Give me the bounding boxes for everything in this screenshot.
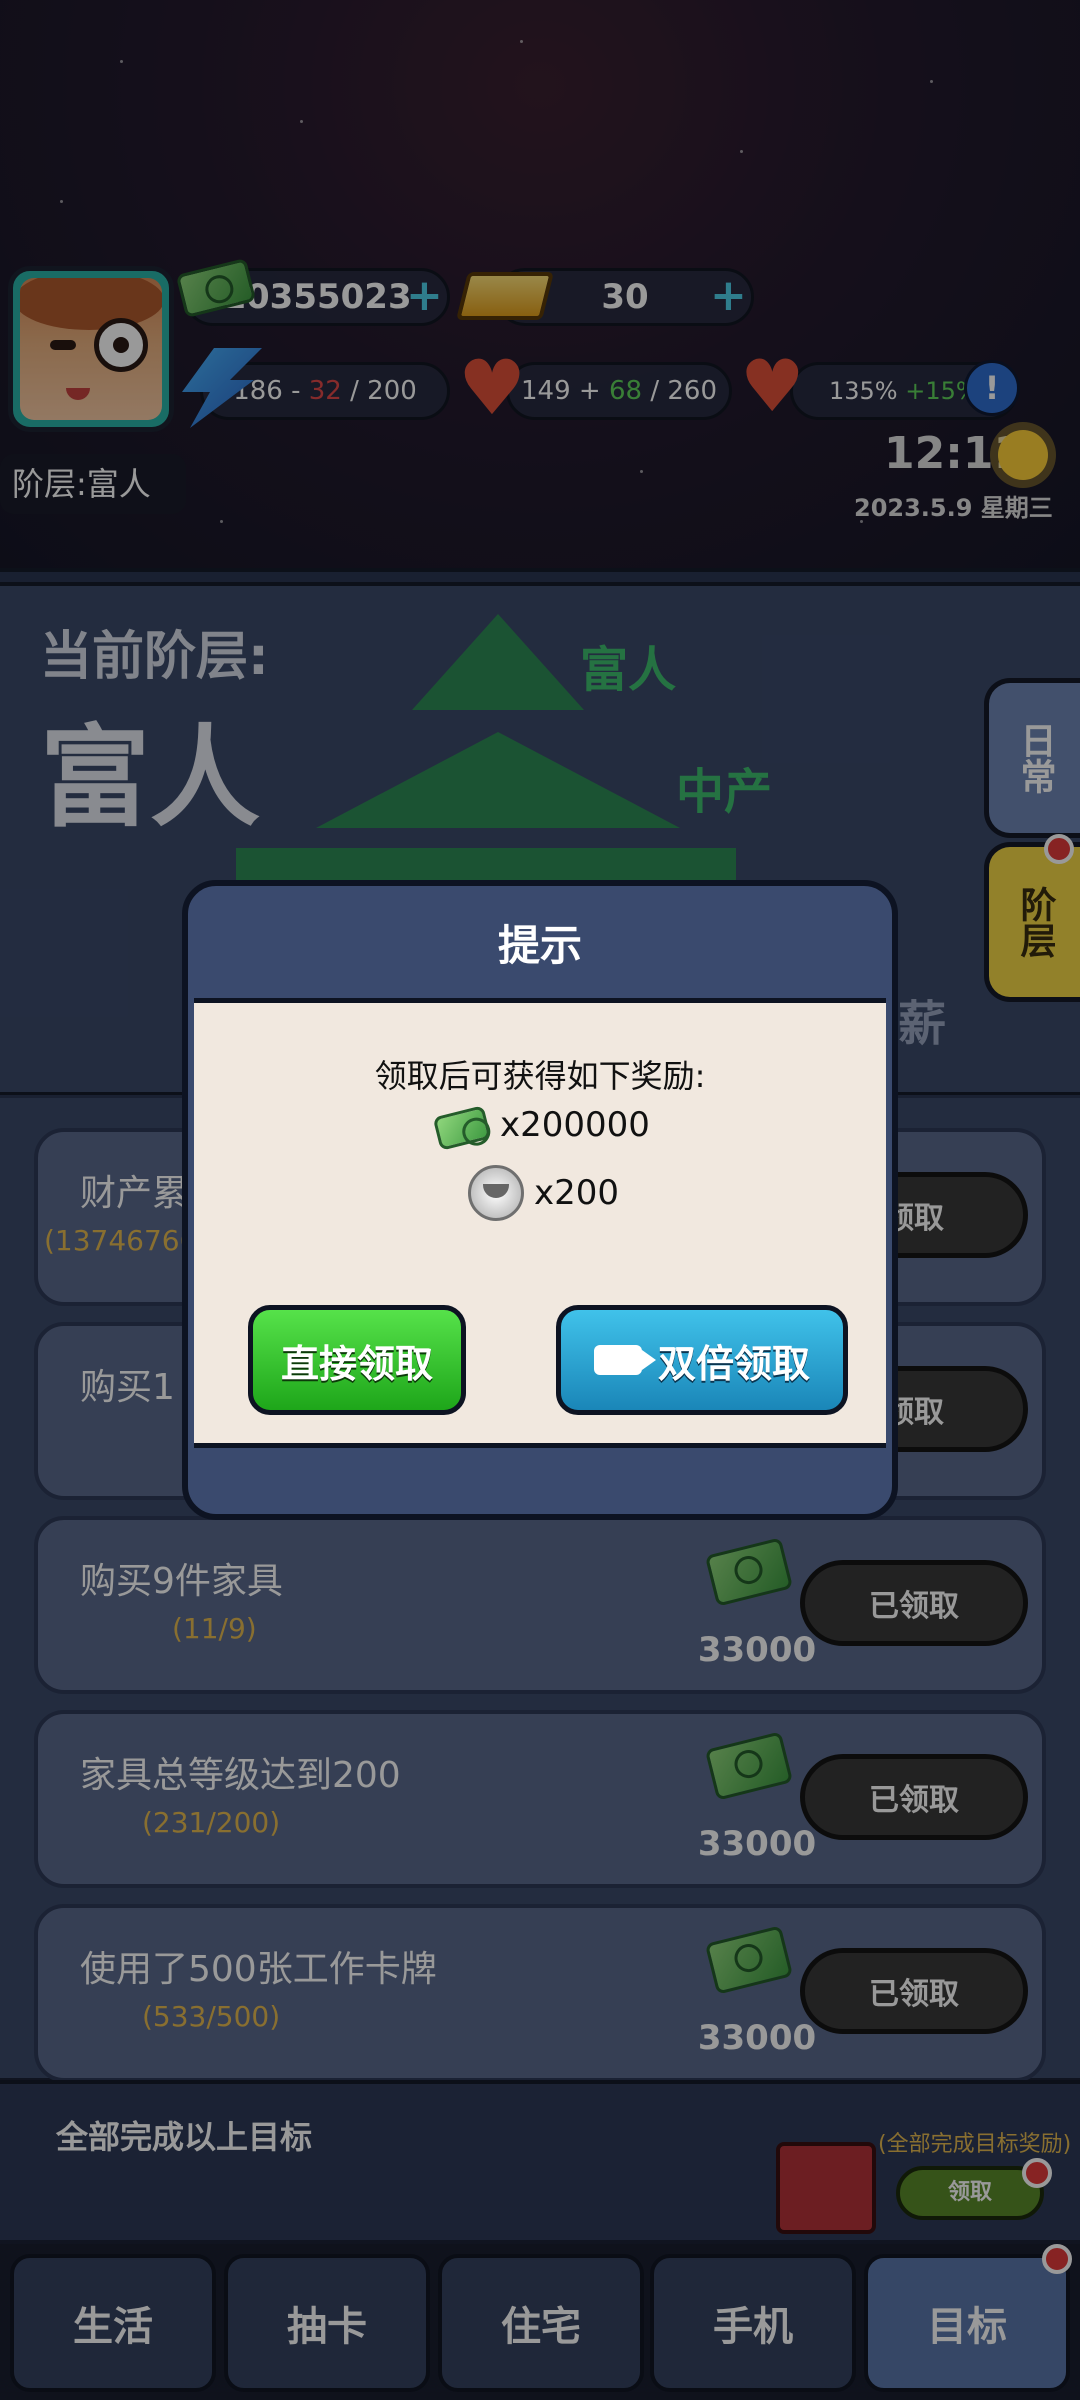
video-camera-icon [593, 1345, 656, 1375]
cash-reward-icon [432, 1105, 492, 1151]
claim-double-button[interactable]: 双倍领取 [556, 1305, 848, 1415]
claim-double-label: 双倍领取 [657, 1341, 810, 1386]
dialog-reward-cash: x200000 [500, 1105, 650, 1145]
claim-direct-button[interactable]: 直接领取 [248, 1305, 466, 1415]
smile-coin-icon [468, 1165, 524, 1221]
reward-dialog: 提示 领取后可获得如下奖励: x200000 x200 直接领取 双倍领取 [182, 880, 898, 1520]
dialog-body: 领取后可获得如下奖励: x200000 x200 直接领取 双倍领取 [194, 998, 886, 1448]
dialog-title: 提示 [497, 921, 582, 970]
dialog-message: 领取后可获得如下奖励: [374, 1057, 706, 1095]
dialog-reward-coin: x200 [534, 1173, 620, 1213]
